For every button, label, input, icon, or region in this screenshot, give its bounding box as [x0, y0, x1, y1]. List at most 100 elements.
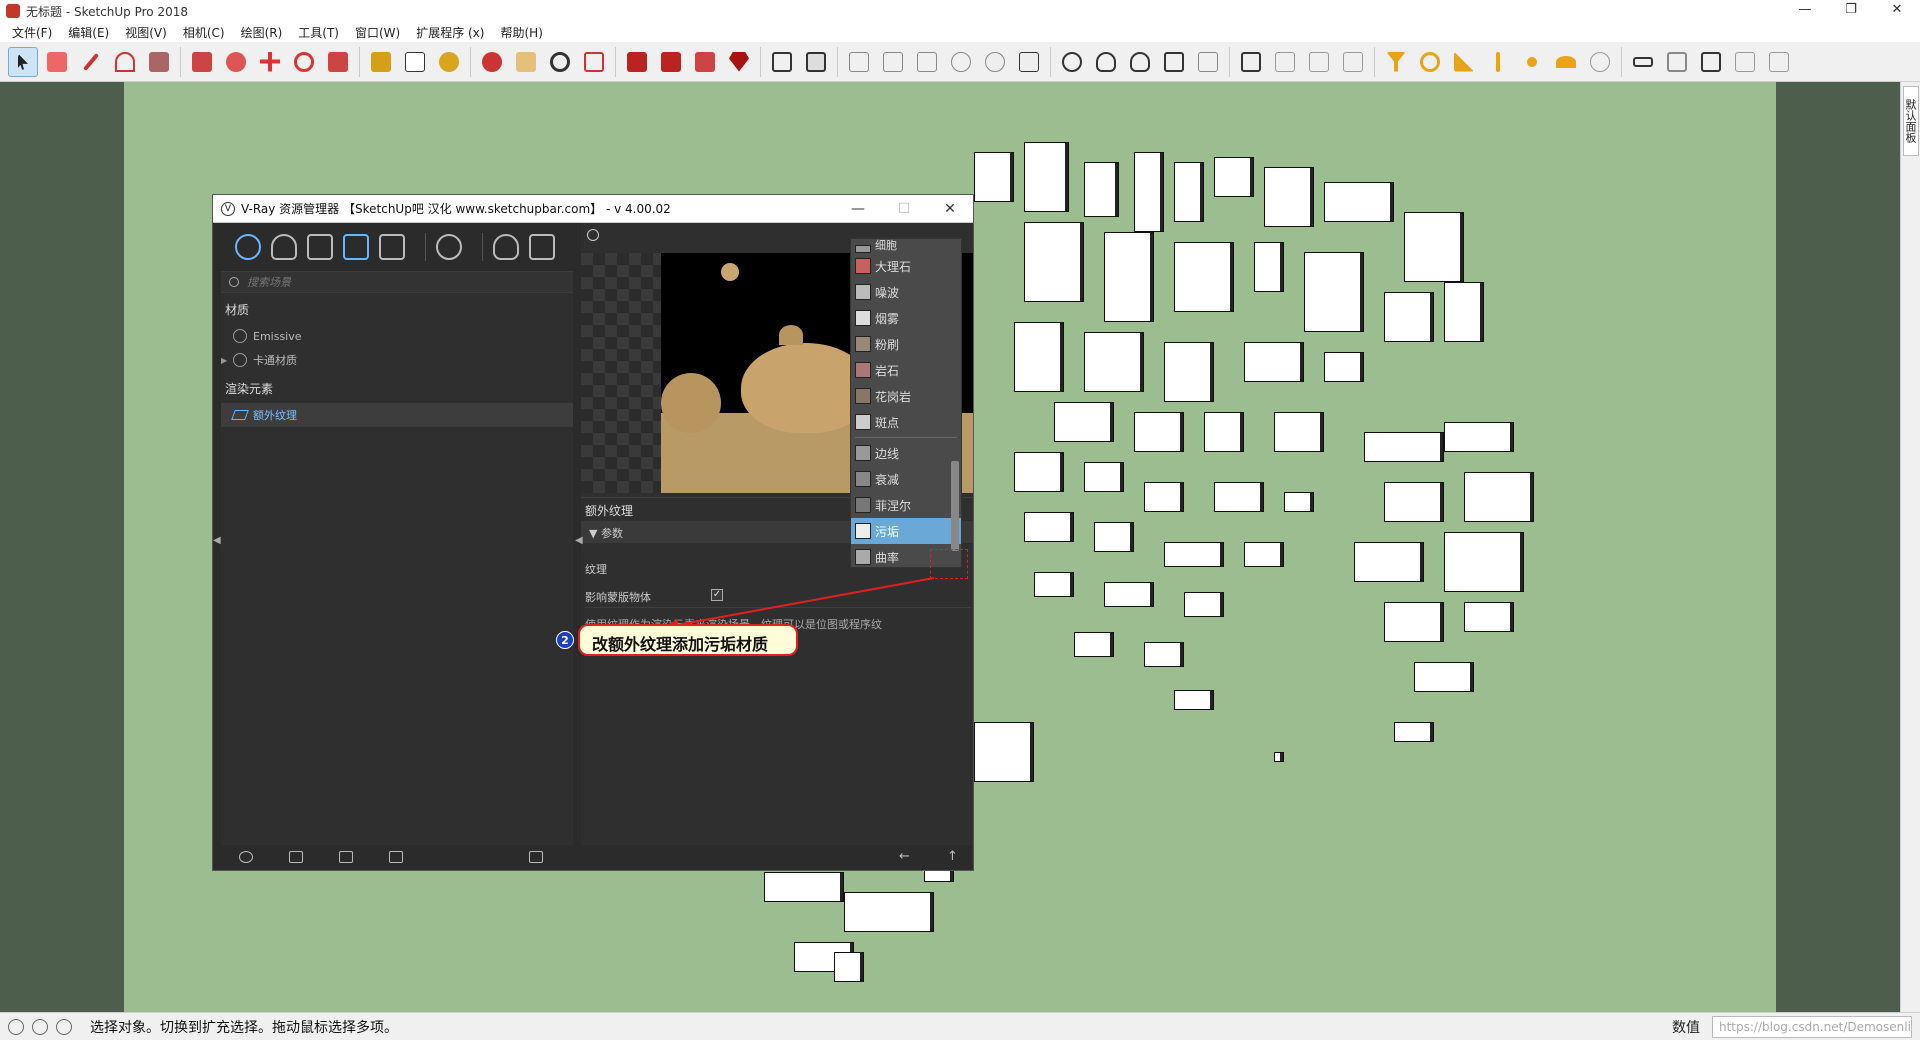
materials-tab-icon[interactable]: [235, 234, 261, 260]
credits-icon[interactable]: [32, 1018, 48, 1035]
extension-warehouse-button[interactable]: [690, 47, 720, 77]
textures-tab-icon[interactable]: [379, 234, 405, 260]
dropdown-item[interactable]: 衰减: [851, 466, 961, 492]
geometry-tab-icon[interactable]: [307, 234, 333, 260]
vray-clipper-button[interactable]: [1764, 47, 1794, 77]
arc-tool-button[interactable]: [110, 47, 140, 77]
pan-button[interactable]: [511, 47, 541, 77]
asset-item-emissive[interactable]: Emissive: [221, 324, 573, 348]
dropdown-item[interactable]: 菲涅尔: [851, 492, 961, 518]
dropdown-item[interactable]: 烟雾: [851, 305, 961, 331]
vray-fur-button[interactable]: [1730, 47, 1760, 77]
lights-tab-icon[interactable]: [271, 234, 297, 260]
dropdown-item[interactable]: 粉刷: [851, 331, 961, 357]
hidden-line-button[interactable]: [946, 47, 976, 77]
push-pull-button[interactable]: [187, 47, 217, 77]
menu-window[interactable]: 窗口(W): [347, 24, 408, 41]
render-teapot-icon[interactable]: [493, 234, 519, 260]
collapse-right-icon[interactable]: ◀: [575, 535, 583, 546]
components-button[interactable]: [767, 47, 797, 77]
menu-view[interactable]: 视图(V): [117, 24, 175, 41]
zoom-button[interactable]: [545, 47, 575, 77]
dropdown-item-cellular[interactable]: 细胞: [851, 239, 961, 253]
paint-bucket-button[interactable]: [434, 47, 464, 77]
section-button[interactable]: [1014, 47, 1044, 77]
shaded-button[interactable]: [980, 47, 1010, 77]
vray-spot-light-button[interactable]: [1304, 47, 1334, 77]
vray-interactive-button[interactable]: [1125, 47, 1155, 77]
zoom-extents-button[interactable]: [579, 47, 609, 77]
purge-unused-icon[interactable]: [529, 851, 543, 863]
collapse-left-icon[interactable]: ◀: [213, 535, 221, 546]
dropdown-item[interactable]: 噪波: [851, 279, 961, 305]
minimize-button[interactable]: —: [1782, 0, 1828, 22]
orbit-button[interactable]: [477, 47, 507, 77]
move-tool-button[interactable]: [255, 47, 285, 77]
shape-tool-button[interactable]: [144, 47, 174, 77]
open-folder-icon[interactable]: [289, 851, 303, 863]
vray-omni-light-button[interactable]: [1381, 47, 1411, 77]
asset-item-toon[interactable]: ▶ 卡通材质: [221, 348, 573, 372]
affect-matte-checkbox[interactable]: ✓: [711, 589, 723, 601]
groups-button[interactable]: [801, 47, 831, 77]
scale-tool-button[interactable]: [323, 47, 353, 77]
measurements-field[interactable]: https://blog.csdn.net/Demosenli: [1712, 1015, 1912, 1038]
vray-lights-button[interactable]: [1193, 47, 1223, 77]
share-model-button[interactable]: [656, 47, 686, 77]
geo-location-icon[interactable]: [8, 1018, 24, 1035]
vray-rect-light-button[interactable]: [1236, 47, 1266, 77]
dropdown-scrollbar[interactable]: [951, 461, 959, 551]
follow-me-button[interactable]: [221, 47, 251, 77]
vray-light-gen-button[interactable]: [1483, 47, 1513, 77]
save-icon[interactable]: [339, 851, 353, 863]
back-arrow-icon[interactable]: ←: [899, 849, 910, 864]
maximize-button[interactable]: ❐: [1828, 0, 1874, 22]
close-button[interactable]: ✕: [1874, 0, 1920, 22]
menu-edit[interactable]: 编辑(E): [60, 24, 117, 41]
menu-extensions[interactable]: 扩展程序 (x): [408, 24, 492, 41]
warehouse-button[interactable]: [622, 47, 652, 77]
text-tool-button[interactable]: [400, 47, 430, 77]
preview-toggle-icon[interactable]: [587, 229, 599, 241]
vray-sun-button[interactable]: [1517, 47, 1547, 77]
asset-search-input[interactable]: 搜索场景: [221, 271, 573, 293]
tape-measure-button[interactable]: [366, 47, 396, 77]
vray-maximize-button[interactable]: ☐: [881, 195, 927, 223]
settings-gear-icon[interactable]: [436, 234, 462, 260]
xray-button[interactable]: [844, 47, 874, 77]
default-tray-tab[interactable]: 默认面板: [1903, 86, 1919, 156]
wireframe-button[interactable]: [912, 47, 942, 77]
render-elements-tab-icon[interactable]: [343, 234, 369, 260]
vray-dome-button[interactable]: [1551, 47, 1581, 77]
vray-frame-buffer-button[interactable]: [1159, 47, 1189, 77]
expand-caret-icon[interactable]: ▶: [221, 356, 231, 365]
line-tool-button[interactable]: [76, 47, 106, 77]
vray-render-button[interactable]: [1091, 47, 1121, 77]
frame-buffer-icon[interactable]: [529, 234, 555, 260]
dropdown-item[interactable]: 斑点: [851, 409, 961, 435]
eraser-tool-button[interactable]: [42, 47, 72, 77]
vray-sphere-light-button[interactable]: [1270, 47, 1300, 77]
asset-item-extra-texture[interactable]: 额外纹理: [221, 403, 573, 427]
vray-infinite-plane-button[interactable]: [1628, 47, 1658, 77]
user-account-icon[interactable]: [56, 1018, 72, 1035]
rotate-tool-button[interactable]: [289, 47, 319, 77]
dropdown-item[interactable]: 岩石: [851, 357, 961, 383]
dropdown-item[interactable]: 边线: [851, 440, 961, 466]
dropdown-item[interactable]: 大理石: [851, 253, 961, 279]
menu-file[interactable]: 文件(F): [4, 24, 60, 41]
up-arrow-icon[interactable]: ↑: [947, 849, 958, 864]
vray-close-button[interactable]: ✕: [927, 195, 973, 223]
vray-proxy-button[interactable]: [1662, 47, 1692, 77]
vray-unknown-button[interactable]: [1585, 47, 1615, 77]
dropdown-item[interactable]: 花岗岩: [851, 383, 961, 409]
select-tool-button[interactable]: [8, 46, 38, 77]
ruby-button[interactable]: [724, 47, 754, 77]
menu-camera[interactable]: 相机(C): [175, 24, 233, 41]
back-edges-button[interactable]: [878, 47, 908, 77]
vray-mesh-light-button[interactable]: [1449, 47, 1479, 77]
menu-draw[interactable]: 绘图(R): [233, 24, 291, 41]
vray-asset-editor-button[interactable]: [1057, 47, 1087, 77]
delete-icon[interactable]: [389, 851, 403, 863]
vray-dome-light-button[interactable]: [1415, 47, 1445, 77]
